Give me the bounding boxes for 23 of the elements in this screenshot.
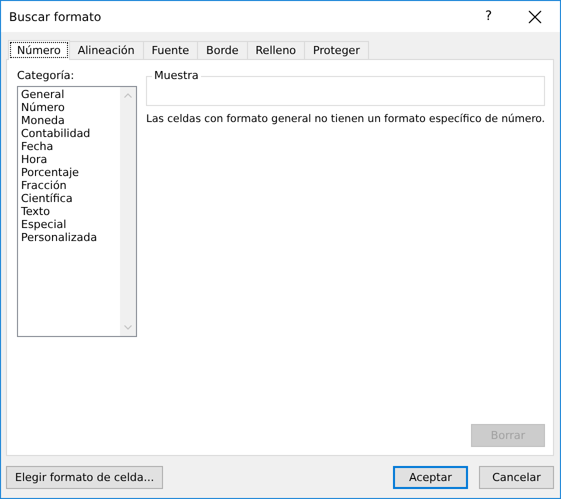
category-item[interactable]: Personalizada bbox=[21, 231, 118, 244]
tab[interactable]: Número bbox=[8, 40, 70, 60]
dialog-button[interactable]: Aceptar bbox=[393, 466, 468, 489]
dialog-button[interactable]: Cancelar bbox=[479, 466, 554, 489]
description-text: Las celdas con formato general no tienen un formato específico de número. bbox=[146, 113, 545, 125]
help-button[interactable]: ? bbox=[485, 9, 492, 24]
tab[interactable]: Proteger bbox=[304, 41, 369, 59]
sample-label: Muestra bbox=[152, 69, 201, 82]
category-list[interactable]: General Número Moneda Contabilidad Fecha Hora Porcentaje Fracción Científica Texto Especial Personalizada bbox=[17, 86, 138, 337]
category-item[interactable]: Moneda bbox=[21, 114, 118, 127]
category-item[interactable]: Especial bbox=[21, 218, 118, 231]
category-item[interactable]: Científica bbox=[21, 192, 118, 205]
category-item[interactable]: Número bbox=[21, 101, 118, 114]
category-label: Categoría: bbox=[17, 69, 76, 82]
category-item[interactable]: Fecha bbox=[21, 140, 118, 153]
category-item[interactable]: Contabilidad bbox=[21, 127, 118, 140]
category-item[interactable]: Porcentaje bbox=[21, 166, 118, 179]
window-title: Buscar formato bbox=[9, 10, 102, 24]
category-item[interactable]: Texto bbox=[21, 205, 118, 218]
category-item[interactable]: General bbox=[21, 88, 118, 101]
category-item[interactable]: Fracción bbox=[21, 179, 118, 192]
category-item[interactable]: Hora bbox=[21, 153, 118, 166]
dialog-button[interactable]: Elegir formato de celda... bbox=[6, 466, 164, 489]
